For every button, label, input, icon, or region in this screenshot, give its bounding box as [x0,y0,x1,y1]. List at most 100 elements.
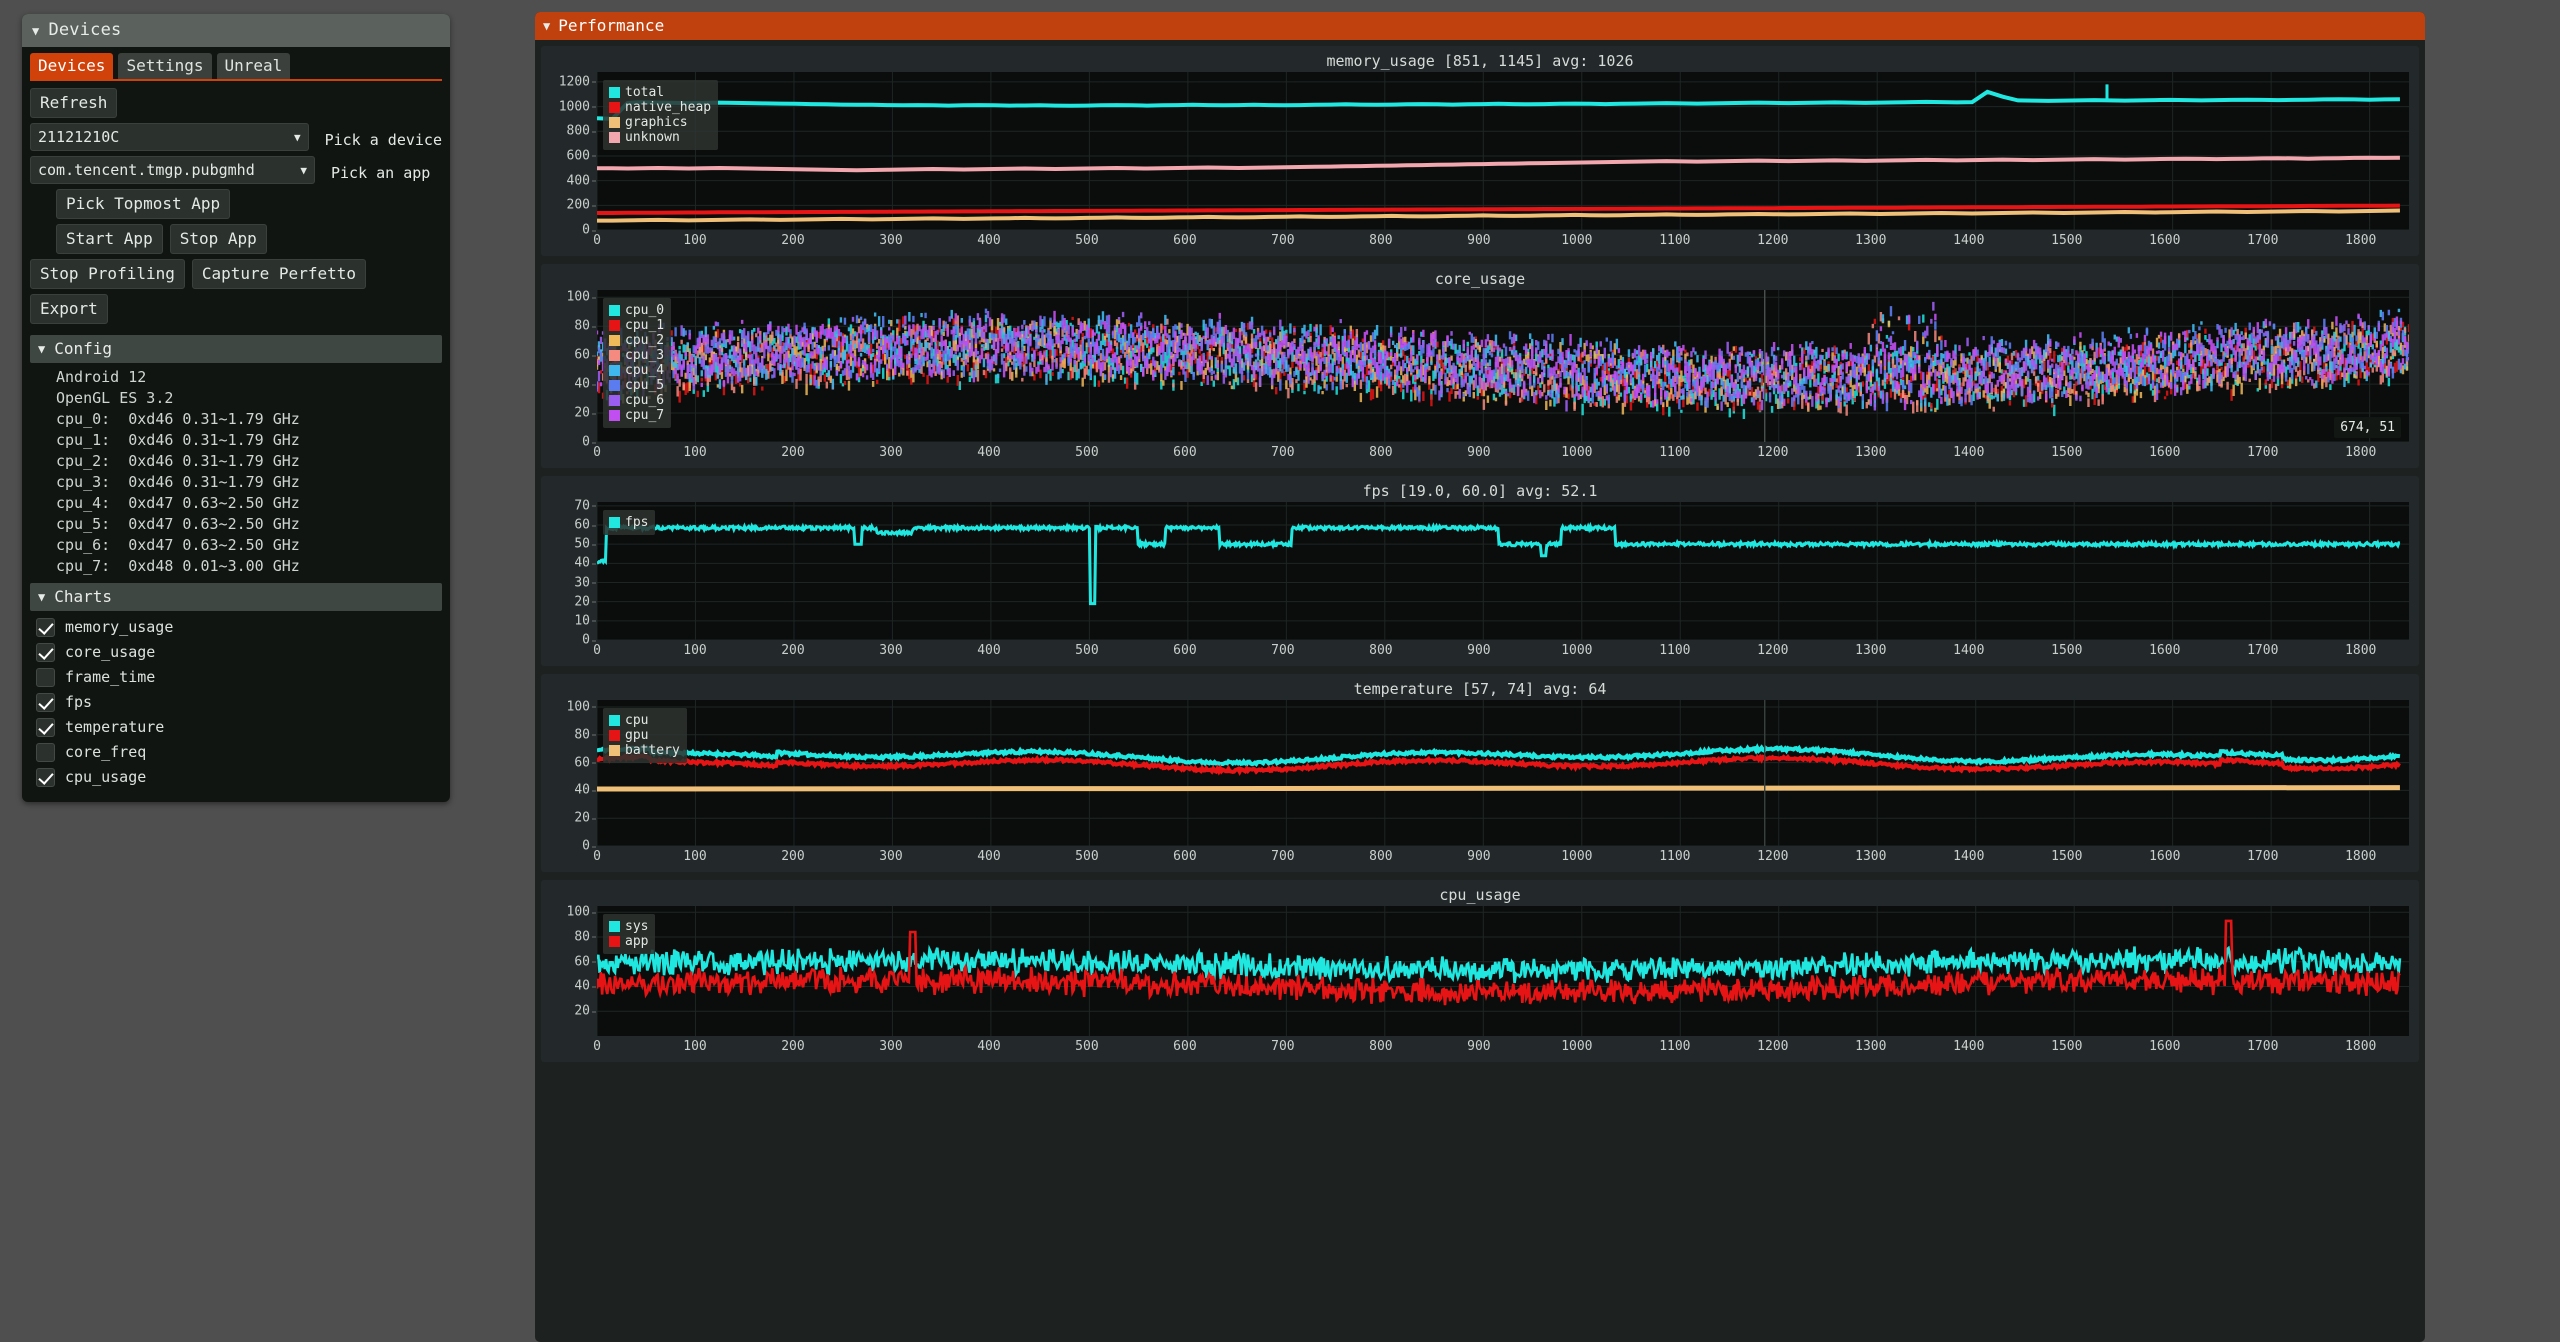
x-tick-label: 600 [1173,1039,1197,1054]
profiling-control-row: Stop Profiling Capture Perfetto [30,259,442,294]
x-tick-label: 900 [1467,445,1491,460]
refresh-button[interactable]: Refresh [30,88,118,118]
x-tick-label: 100 [683,445,707,460]
legend-item[interactable]: app [609,934,648,949]
y-tick-label: 100 [566,699,597,715]
chart-toggle-fps[interactable]: fps [30,690,442,715]
legend-item[interactable]: cpu_3 [609,348,664,363]
plot-area-fps[interactable]: fps [597,502,2409,640]
chart-legend[interactable]: cpu_0 cpu_1 cpu_2 cpu_3 cpu_4 cpu_5 cpu_6 cpu_7 [603,298,672,428]
chart-legend[interactable]: total native_heap graphics unknown [603,80,719,150]
charts-section-header[interactable]: ▼ Charts [30,583,442,611]
stop-profiling-button[interactable]: Stop Profiling [30,259,185,289]
tab-settings[interactable]: Settings [118,53,212,79]
legend-item[interactable]: cpu_6 [609,393,664,408]
legend-item[interactable]: cpu_5 [609,378,664,393]
legend-color-swatch [609,921,620,932]
y-tick-label: 20 [574,594,596,610]
legend-item[interactable]: cpu_7 [609,408,664,423]
x-tick-label: 100 [683,233,707,248]
collapse-caret-icon[interactable]: ▼ [543,20,550,32]
chart-legend[interactable]: fps [603,510,656,535]
legend-label: cpu_1 [625,318,665,333]
chart-toggle-core-freq[interactable]: core_freq [30,740,442,765]
tab-unreal[interactable]: Unreal [216,53,291,79]
legend-item[interactable]: total [609,85,711,100]
legend-color-swatch [609,305,620,316]
legend-item[interactable]: unknown [609,130,711,145]
collapse-caret-icon[interactable]: ▼ [32,25,39,37]
x-tick-label: 300 [879,233,903,248]
checkbox-unchecked-icon[interactable] [36,743,55,762]
legend-label: cpu_6 [625,393,665,408]
legend-item[interactable]: graphics [609,115,711,130]
x-tick-label: 600 [1173,849,1197,864]
legend-item[interactable]: cpu_4 [609,363,664,378]
x-tick-label: 1600 [2149,849,2181,864]
legend-item[interactable]: gpu [609,728,680,743]
chart-legend[interactable]: cpu gpu battery [603,708,687,763]
x-tick-label: 800 [1369,643,1393,658]
plot-area-core-usage[interactable]: cpu_0 cpu_1 cpu_2 cpu_3 cpu_4 cpu_5 cpu_6 cpu_7… [597,290,2409,442]
legend-item[interactable]: native_heap [609,100,711,115]
legend-color-swatch [609,350,620,361]
chart-toggle-cpu-usage[interactable]: cpu_usage [30,765,442,790]
y-tick-label: 40 [574,782,596,798]
y-tick-label: 50 [574,536,596,552]
capture-perfetto-button[interactable]: Capture Perfetto [191,259,366,289]
chart-toggle-frame-time[interactable]: frame_time [30,665,442,690]
legend-item[interactable]: cpu_0 [609,303,664,318]
legend-item[interactable]: sys [609,919,648,934]
legend-item[interactable]: cpu [609,713,680,728]
chart-title: fps [19.0, 60.0] avg: 52.1 [1362,482,1598,500]
x-tick-label: 200 [781,643,805,658]
config-section-header[interactable]: ▼ Config [30,335,442,363]
chart-legend[interactable]: sys app [603,914,656,954]
chart-title: temperature [57, 74] avg: 64 [1353,680,1607,698]
start-app-button[interactable]: Start App [56,224,163,254]
plot-area-cpu-usage[interactable]: sys app [597,906,2409,1036]
y-tick-label: 100 [566,289,597,305]
chart-toggle-core-usage[interactable]: core_usage [30,640,442,665]
x-tick-label: 1200 [1757,445,1789,460]
stop-app-button[interactable]: Stop App [169,224,267,254]
x-tick-label: 1800 [2345,643,2377,658]
export-button[interactable]: Export [30,294,108,324]
plot-wrapper: 0 20 40 60 80 100 cpu gpu battery [551,699,2409,853]
config-line: OpenGL ES 3.2 [56,389,174,407]
legend-label: cpu_5 [625,378,665,393]
x-tick-label: 1000 [1561,233,1593,248]
device-picker-row: 21121210C ▼ Pick a device [30,123,442,156]
chevron-down-icon: ▼ [300,163,307,177]
plot-area-memory-usage[interactable]: total native_heap graphics unknown [597,72,2409,230]
legend-item[interactable]: battery [609,743,680,758]
chart-toggle-memory-usage[interactable]: memory_usage [30,615,442,640]
legend-label: cpu_0 [625,303,665,318]
app-select[interactable]: com.tencent.tmgp.pubgmhd ▼ [30,156,315,184]
chevron-down-icon: ▼ [293,130,301,144]
legend-item[interactable]: cpu_2 [609,333,664,348]
checkbox-checked-icon[interactable] [36,768,55,787]
legend-item[interactable]: cpu_1 [609,318,664,333]
chart-toggle-temperature[interactable]: temperature [30,715,442,740]
y-tick-label: 20 [574,1003,596,1019]
charts-scroll-area[interactable]: memory_usage [851, 1145] avg: 1026 0 200 40… [535,40,2425,1062]
checkbox-checked-icon[interactable] [36,693,55,712]
plot-area-temperature[interactable]: cpu gpu battery [597,700,2409,846]
checkbox-checked-icon[interactable] [36,618,55,637]
checkbox-checked-icon[interactable] [36,718,55,737]
performance-window-titlebar[interactable]: ▼ Performance [535,12,2425,40]
devices-window-title: Devices [48,20,122,40]
x-tick-label: 900 [1467,643,1491,658]
devices-window-titlebar[interactable]: ▼ Devices [22,14,450,47]
device-select[interactable]: 21121210C ▼ [30,123,309,151]
chart-toggle-list: memory_usage core_usage frame_time fps tempe… [30,615,442,790]
checkbox-checked-icon[interactable] [36,643,55,662]
config-line: Android 12 [56,368,147,386]
legend-item[interactable]: fps [609,515,648,530]
pick-topmost-app-button[interactable]: Pick Topmost App [56,189,231,219]
checkbox-unchecked-icon[interactable] [36,668,55,687]
tab-devices[interactable]: Devices [30,53,114,79]
x-tick-label: 200 [781,849,805,864]
y-tick-label: 60 [574,954,596,970]
